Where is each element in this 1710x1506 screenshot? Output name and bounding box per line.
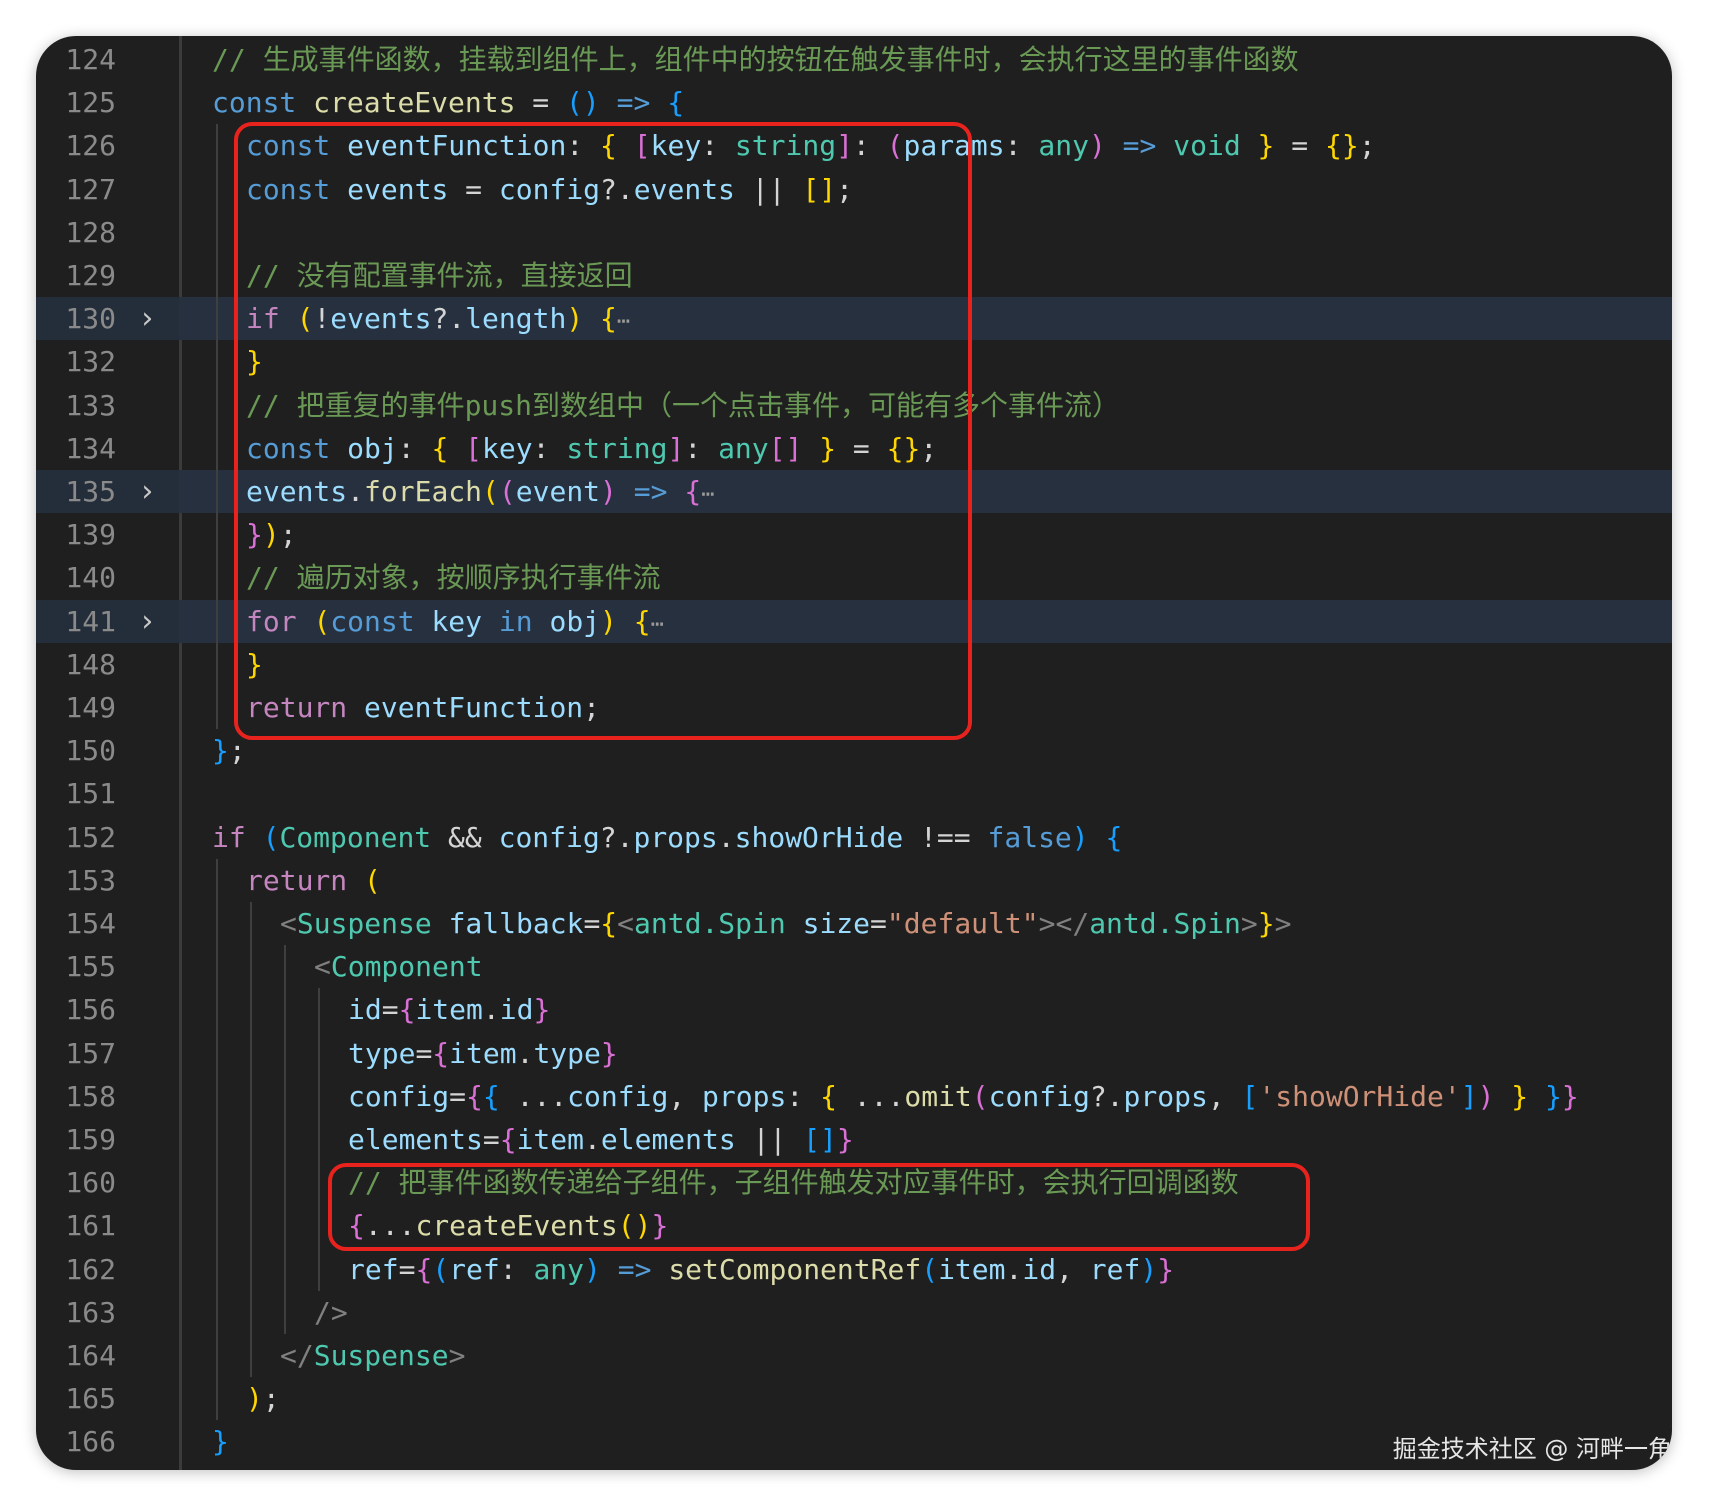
code-line[interactable]: 163 /> <box>36 1291 1672 1334</box>
line-number: 162 <box>65 1252 116 1286</box>
line-number: 156 <box>65 993 116 1027</box>
watermark: 掘金技术社区 @ 河畔一角 <box>1392 1435 1672 1463</box>
line-number: 161 <box>65 1209 116 1243</box>
fold-chevron-icon[interactable]: › <box>138 297 156 340</box>
code-text: return ( <box>246 863 381 897</box>
line-number: 132 <box>65 345 116 379</box>
line-number: 153 <box>65 863 116 897</box>
line-number: 126 <box>65 129 116 163</box>
code-line[interactable]: 165); <box>36 1377 1672 1420</box>
line-number: 164 <box>65 1339 116 1372</box>
line-number: 124 <box>65 43 116 76</box>
line-number: 160 <box>65 1166 116 1200</box>
line-number: 141 <box>65 604 116 638</box>
indent-guide <box>318 988 320 1291</box>
code-text: /> <box>314 1295 348 1329</box>
line-number: 125 <box>65 86 116 120</box>
code-text: type={item.type} <box>348 1036 618 1070</box>
code-text: id={item.id} <box>348 993 551 1027</box>
code-line[interactable]: 155 <Component <box>36 945 1672 988</box>
code-text: const createEvents = () => { <box>212 86 685 120</box>
line-number: 148 <box>65 647 116 681</box>
indent-guide <box>250 902 252 1378</box>
line-number: 154 <box>65 907 116 940</box>
code-line[interactable]: 154 <Suspense fallback={<antd.Spin size="… <box>36 902 1672 945</box>
fold-chevron-icon[interactable]: › <box>138 600 156 643</box>
line-number: 133 <box>65 388 116 422</box>
code-text: <Component <box>314 950 483 984</box>
line-number: 135 <box>65 475 116 508</box>
indent-guide <box>216 124 218 730</box>
code-line[interactable]: 153 return ( <box>36 859 1672 902</box>
code-text: if (Component && config?.props.showOrHid… <box>212 820 1123 854</box>
code-line[interactable]: 157 type={item.type} <box>36 1032 1672 1075</box>
code-text: } <box>212 1425 229 1459</box>
highlight-box-create-events <box>234 122 972 740</box>
line-number: 134 <box>65 431 116 465</box>
line-number: 165 <box>65 1382 116 1416</box>
line-number: 163 <box>65 1295 116 1329</box>
code-line[interactable]: 164 </Suspense> <box>36 1334 1672 1377</box>
code-text: config={{ ...config, props: { ...omit(co… <box>348 1079 1579 1113</box>
line-number: 158 <box>65 1079 116 1113</box>
code-line[interactable]: 159 elements={item.elements || []} <box>36 1118 1672 1161</box>
code-text: </Suspense> <box>280 1339 466 1372</box>
line-number: 155 <box>65 950 116 984</box>
line-number: 128 <box>65 215 116 249</box>
line-number: 166 <box>65 1425 116 1459</box>
code-line[interactable]: 158 config={{ ...config, props: { ...omit… <box>36 1075 1672 1118</box>
code-text: elements={item.elements || []} <box>348 1123 854 1156</box>
line-number: 150 <box>65 734 116 768</box>
line-number: 139 <box>65 518 116 552</box>
line-number: 151 <box>65 777 116 811</box>
code-text: ref={(ref: any) => setComponentRef(item.… <box>348 1252 1175 1286</box>
code-text: <Suspense fallback={<antd.Spin size="def… <box>280 907 1292 940</box>
line-number: 130 <box>65 302 116 336</box>
code-line[interactable]: 156 id={item.id} <box>36 988 1672 1031</box>
code-line[interactable]: 124 // 生成事件函数，挂载到组件上，组件中的按钮在触发事件时，会执行这里的事… <box>36 38 1672 81</box>
line-number: 127 <box>65 172 116 206</box>
line-number: 152 <box>65 820 116 854</box>
line-number: 149 <box>65 691 116 724</box>
code-line[interactable]: 125 const createEvents = () => { <box>36 81 1672 124</box>
indent-guide <box>284 945 286 1334</box>
code-line[interactable]: 152 if (Component && config?.props.showOr… <box>36 816 1672 859</box>
line-number: 157 <box>65 1036 116 1070</box>
code-editor-window: 124 // 生成事件函数，挂载到组件上，组件中的按钮在触发事件时，会执行这里的事… <box>36 36 1672 1470</box>
code-text: ); <box>246 1382 280 1416</box>
code-line[interactable]: 162 ref={(ref: any) => setComponentRef(it… <box>36 1248 1672 1291</box>
line-number: 140 <box>65 561 116 595</box>
highlight-box-spread-events <box>328 1163 1310 1251</box>
indent-guide <box>216 858 218 1421</box>
fold-chevron-icon[interactable]: › <box>138 470 156 513</box>
code-line[interactable]: 151 <box>36 772 1672 815</box>
code-text: // 生成事件函数，挂载到组件上，组件中的按钮在触发事件时，会执行这里的事件函数 <box>212 43 1299 76</box>
line-number: 159 <box>65 1123 116 1156</box>
line-number: 129 <box>65 259 116 292</box>
